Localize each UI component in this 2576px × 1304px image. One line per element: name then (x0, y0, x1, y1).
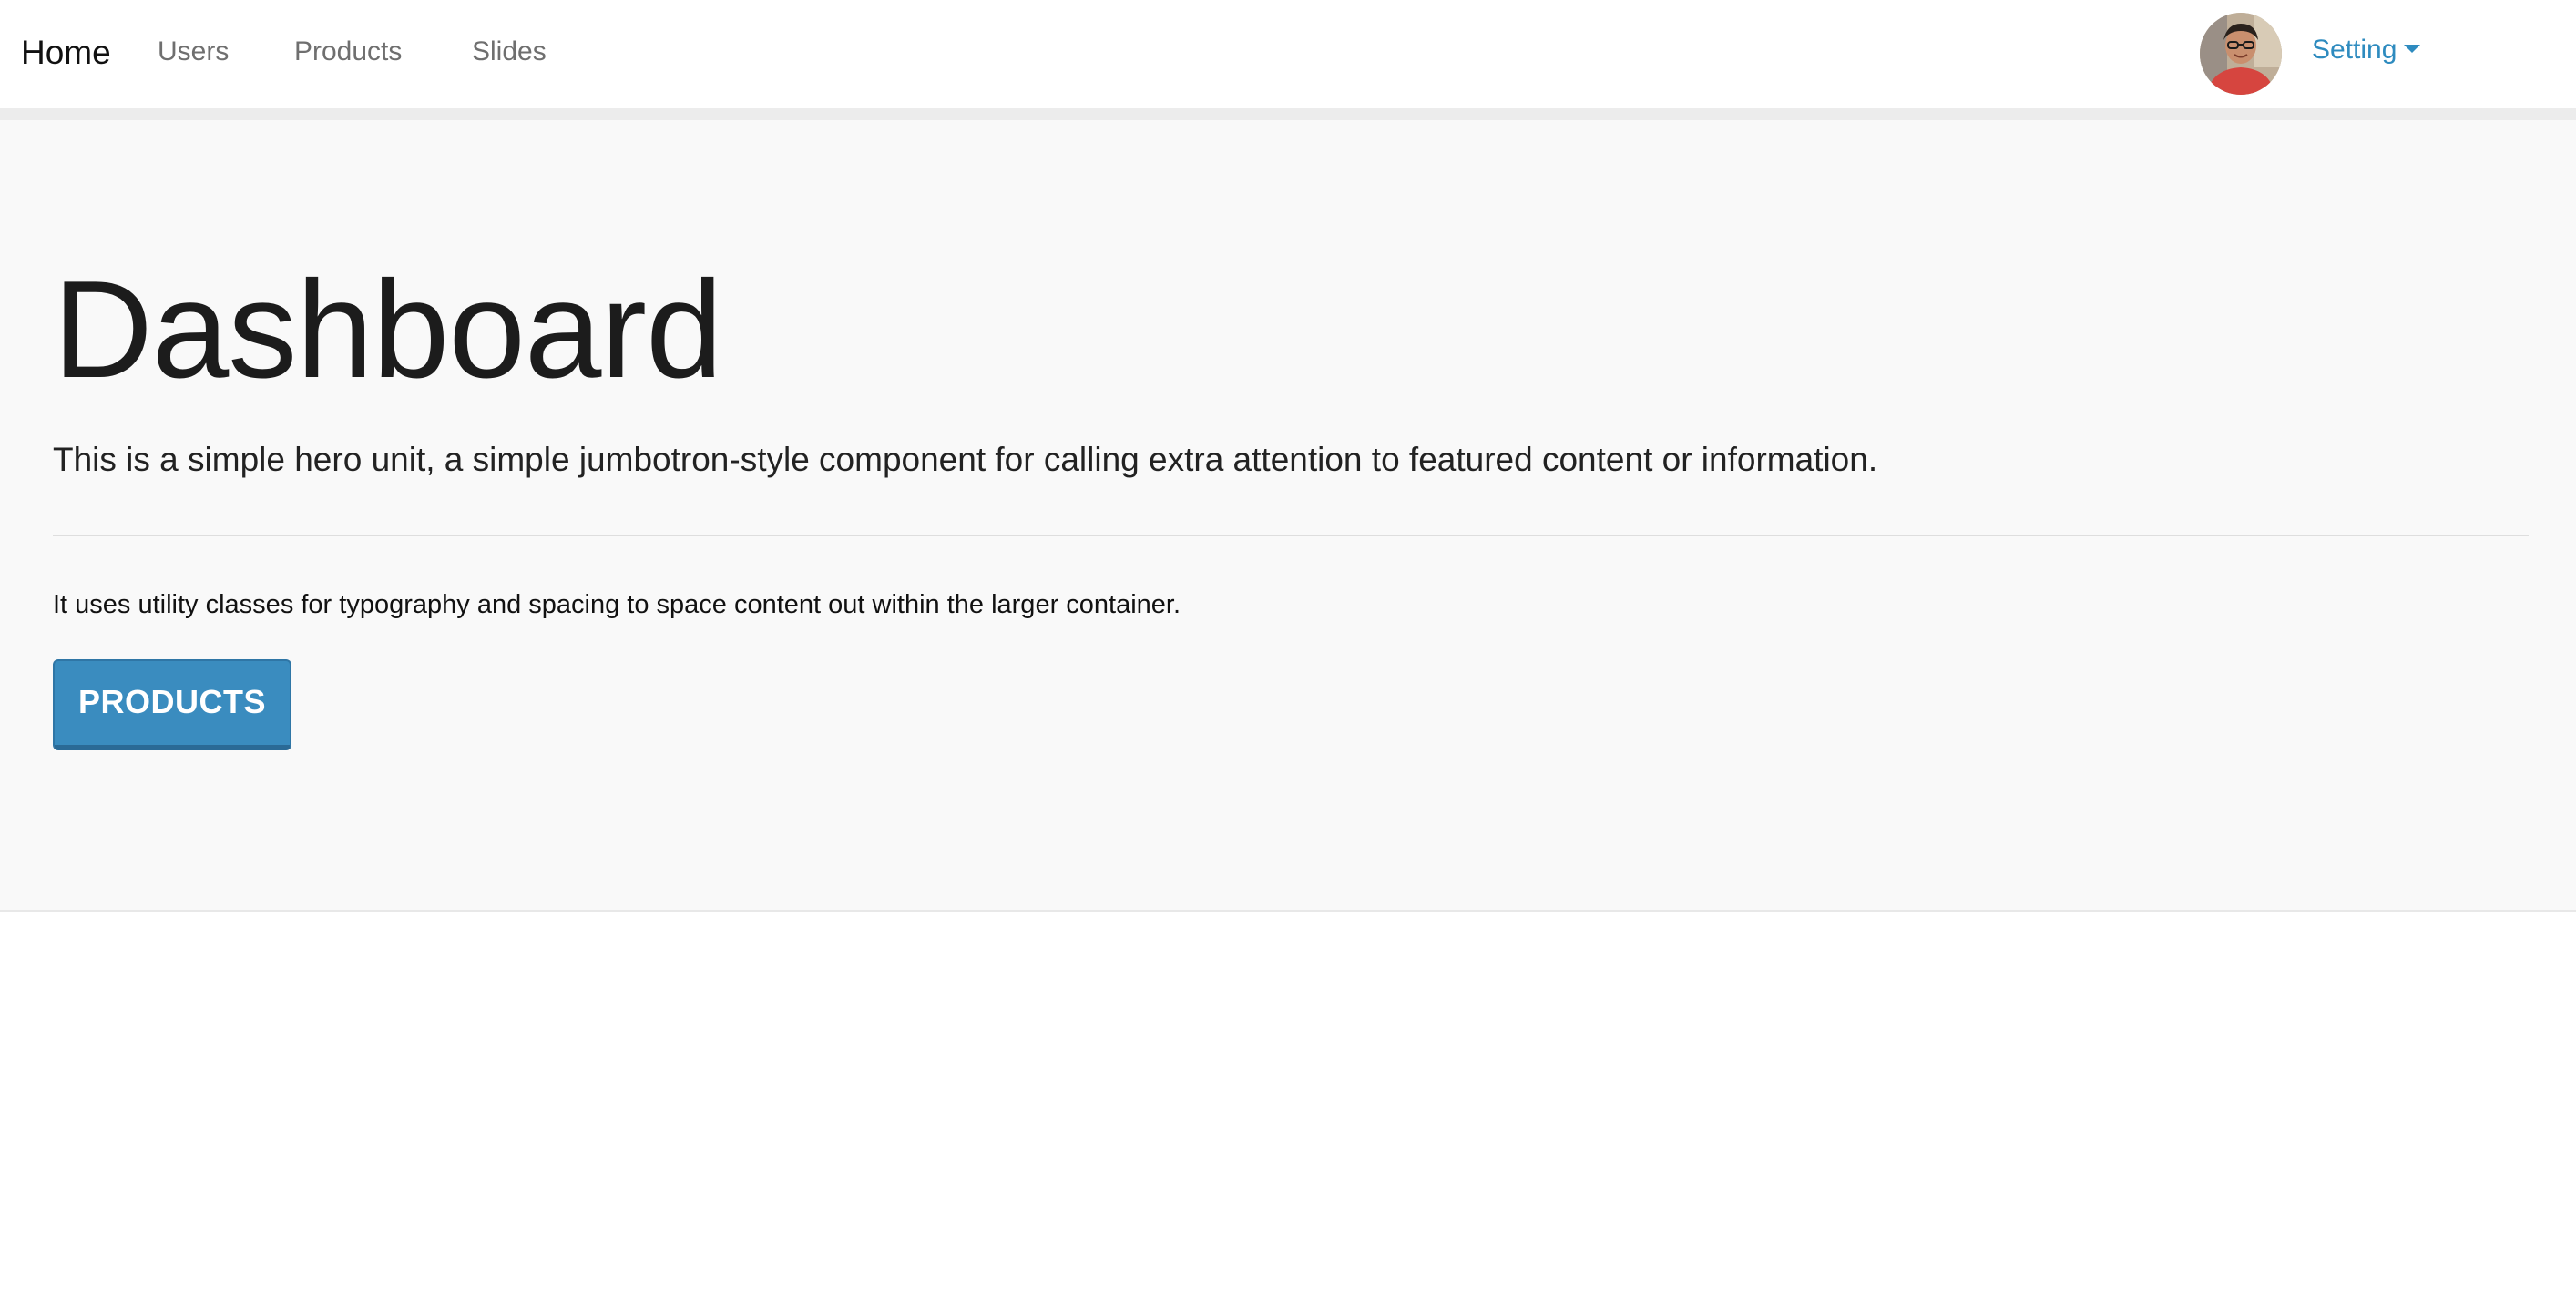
products-button[interactable]: PRODUCTS (53, 659, 291, 750)
setting-dropdown[interactable]: Setting (2312, 32, 2421, 68)
user-avatar-icon[interactable] (2200, 13, 2282, 95)
hero-jumbotron: Dashboard This is a simple hero unit, a … (0, 120, 2576, 912)
page-title: Dashboard (53, 252, 723, 407)
nav-link-slides[interactable]: Slides (472, 34, 547, 70)
caret-down-icon (2404, 45, 2421, 53)
top-navbar: Home Users Products Slides Setting (0, 0, 2576, 109)
nav-brand-home[interactable]: Home (21, 31, 111, 75)
navbar-shadow-strip (0, 109, 2576, 120)
setting-label: Setting (2312, 35, 2397, 65)
nav-link-users[interactable]: Users (158, 34, 229, 70)
hero-divider (53, 535, 2529, 536)
avatar-image (2200, 13, 2282, 95)
hero-lead-text: This is a simple hero unit, a simple jum… (53, 441, 1878, 478)
nav-link-products[interactable]: Products (294, 34, 402, 70)
hero-body-text: It uses utility classes for typography a… (53, 590, 1181, 619)
